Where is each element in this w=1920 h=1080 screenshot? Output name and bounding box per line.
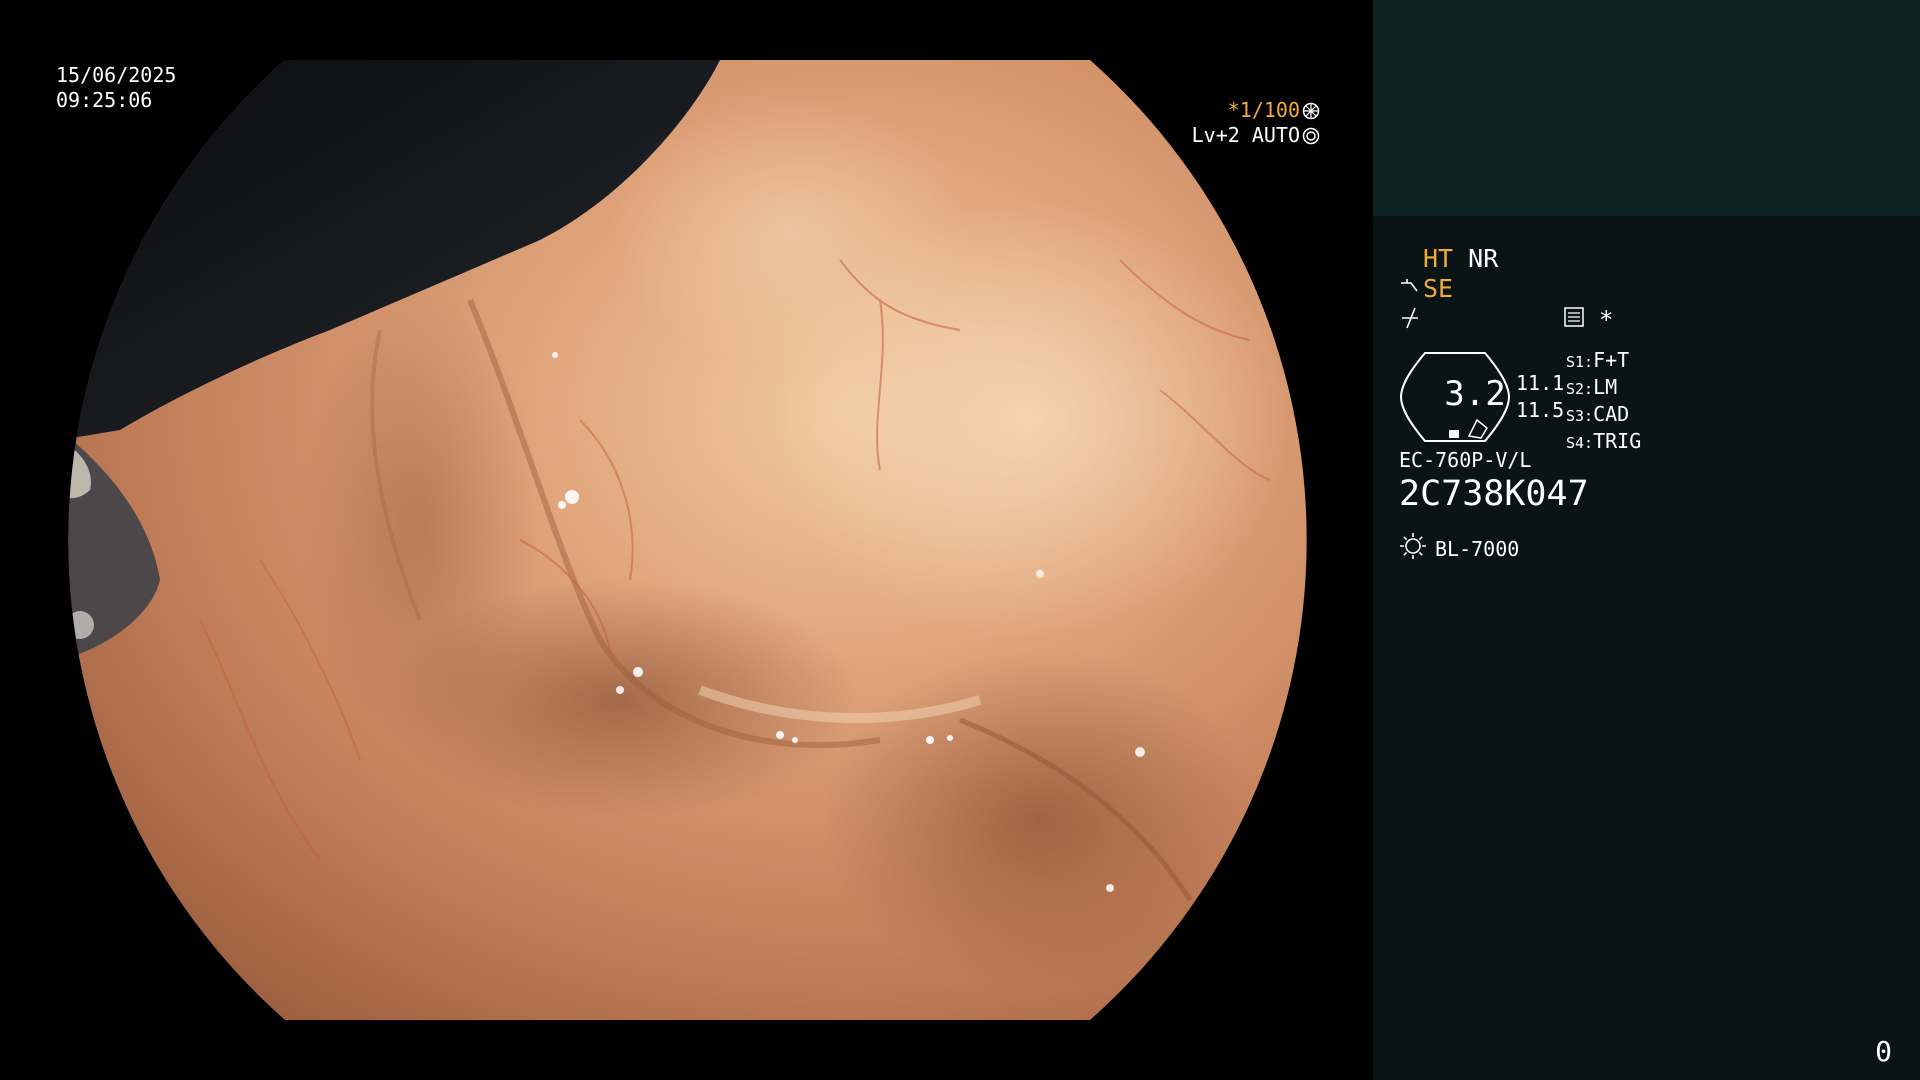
memo-icon: [1563, 306, 1585, 334]
scope-tip-icon: [1399, 274, 1421, 303]
iris-icon: [1302, 127, 1320, 145]
info-side-panel: HT NR SE * 3.2 11.1 11.5 S1:F+T S2:LM S3…: [1373, 0, 1920, 1080]
stat-2: 11.5: [1516, 398, 1565, 422]
light-source-icon: [1399, 532, 1427, 565]
light-source-info: BL-7000: [1399, 532, 1519, 565]
time-text: 09:25:06: [56, 88, 153, 112]
date-time-display: 15/06/2025 09:25:06: [56, 63, 176, 113]
switch-s4: S4:TRIG: [1566, 429, 1642, 453]
zoom-stats: 11.1 11.5: [1516, 370, 1564, 424]
memo-status: *: [1563, 306, 1613, 334]
switch-s3: S3:CAD: [1566, 402, 1630, 426]
date-text: 15/06/2025: [56, 63, 177, 87]
switch-s1: S1:F+T: [1566, 348, 1630, 372]
scope-model: EC-760P-V/L: [1399, 448, 1532, 472]
iris-mode-text: Lv+2 AUTO: [1191, 123, 1300, 147]
switch-assignments: S1:F+T S2:LM S3:CAD S4:TRIG: [1566, 348, 1641, 456]
switch-s2: S2:LM: [1566, 375, 1618, 399]
side-panel-header-area: [1373, 0, 1920, 216]
image-processing-status: HT NR: [1423, 244, 1498, 273]
stat-1: 11.1: [1516, 371, 1565, 395]
se-indicator: SE: [1423, 274, 1454, 303]
endoscope-image-view: 15/06/2025 09:25:06 *1/100 Lv+2 AUTO: [0, 0, 1372, 1080]
light-source-model: BL-7000: [1435, 536, 1520, 561]
memo-mark: *: [1599, 306, 1614, 334]
page-counter: 0: [1875, 1035, 1892, 1068]
ht-indicator: HT: [1423, 244, 1454, 273]
zoom-value: 3.2: [1444, 374, 1506, 414]
exposure-settings: *1/100 Lv+2 AUTO: [1192, 98, 1320, 148]
shutter-icon: [1302, 102, 1320, 120]
structure-enhancement-status: SE: [1399, 274, 1453, 303]
endoscopic-image: [68, 60, 1307, 1020]
freeze-icon: [1399, 306, 1421, 334]
shutter-speed-text: *1/100: [1227, 98, 1300, 122]
scope-serial-number: 2C738K047: [1399, 474, 1589, 514]
nr-indicator: NR: [1468, 244, 1499, 273]
